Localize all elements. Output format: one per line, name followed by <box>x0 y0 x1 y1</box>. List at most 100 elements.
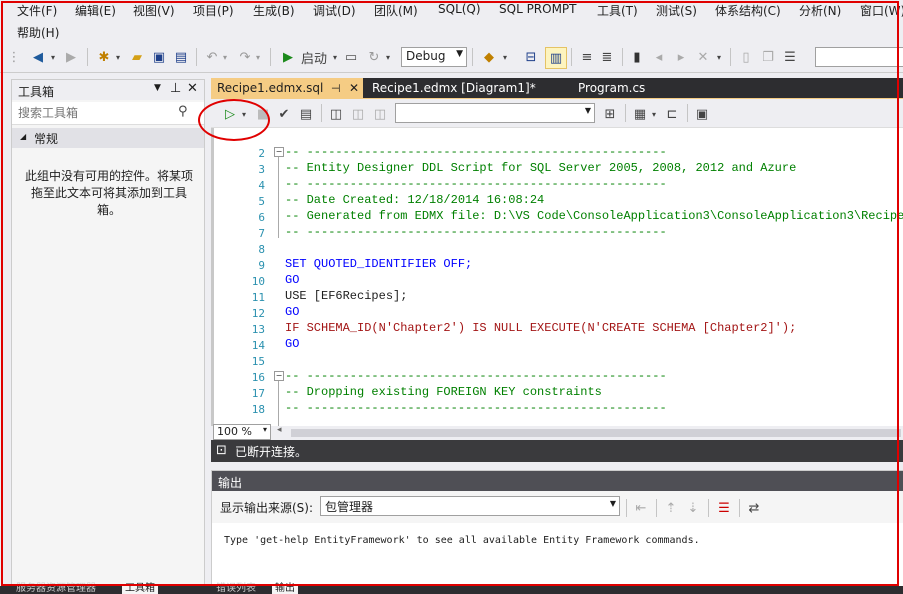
menu-architecture[interactable]: 体系结构(C) <box>715 2 781 19</box>
results-file-icon[interactable]: ▤ <box>297 104 315 124</box>
save-all-icon[interactable]: ▤ <box>172 47 190 67</box>
redo-dropdown-icon[interactable]: ▾ <box>254 47 262 67</box>
execute-play-icon[interactable]: ▷ <box>223 104 237 124</box>
clear-bookmarks-icon[interactable]: ✕ <box>694 47 712 67</box>
undo-dropdown-icon[interactable]: ▾ <box>221 47 229 67</box>
zoom-select[interactable]: 100 % ▾ <box>213 424 271 440</box>
scroll-left-icon[interactable]: ◂ <box>277 425 282 435</box>
grid-results-icon[interactable]: ▦ <box>631 104 649 124</box>
collapse-toggle-icon[interactable]: − <box>274 147 284 157</box>
cancel-query-icon[interactable]: ■ <box>257 104 269 124</box>
line-number: 12 <box>251 307 265 320</box>
toolbox-group-header[interactable]: ◢ 常规 <box>12 128 204 148</box>
menu-sql-prompt[interactable]: SQL PROMPT <box>499 2 577 16</box>
toolbox-search-input[interactable] <box>16 104 170 122</box>
find-combo[interactable] <box>815 47 903 67</box>
line-number: 10 <box>251 275 265 288</box>
clear-all-icon[interactable]: ☰ <box>715 498 733 518</box>
refresh-icon[interactable]: ↻ <box>365 47 383 67</box>
main-toolbar: ⋮ ◀ ▾ ▶ ✱ ▾ ▰ ▣ ▤ ↶ ▾ ↷ ▾ ▶ 启动 ▾ ▭ ↻ ▾ D… <box>0 42 903 73</box>
menu-edit[interactable]: 编辑(E) <box>75 2 116 19</box>
prev-message-icon[interactable]: ⇡ <box>662 498 680 518</box>
menu-debug[interactable]: 调试(D) <box>313 2 356 19</box>
start-play-icon[interactable]: ▶ <box>280 47 296 67</box>
panel-dropdown-icon[interactable]: ▼ <box>154 83 161 93</box>
redo-icon[interactable]: ↷ <box>236 47 254 67</box>
menu-window[interactable]: 窗口(W) <box>860 2 903 19</box>
grid-dropdown-icon[interactable]: ▾ <box>649 104 659 124</box>
output-text-area[interactable]: Type 'get-help EntityFramework' to see a… <box>212 523 903 589</box>
tab-recipe-sql[interactable]: Recipe1.edmx.sql ⊣ ✕ <box>211 78 363 99</box>
menu-build[interactable]: 生成(B) <box>253 2 295 19</box>
menu-sql[interactable]: SQL(Q) <box>438 2 481 16</box>
tab-error-list[interactable]: 错误列表 <box>216 584 256 594</box>
solution-config-select[interactable]: Debug ▼ <box>401 47 467 67</box>
menu-test[interactable]: 测试(S) <box>656 2 697 19</box>
start-dropdown-icon[interactable]: ▾ <box>330 47 340 67</box>
tab-server-explorer[interactable]: 服务器资源管理器 <box>16 584 96 594</box>
tab-output[interactable]: 输出 <box>272 584 298 594</box>
tab-toolbox[interactable]: 工具箱 <box>122 584 158 594</box>
close-icon[interactable]: ✕ <box>187 81 198 96</box>
database-select[interactable]: ▼ <box>395 103 595 123</box>
comment-lines-icon[interactable]: ≡ <box>578 47 596 67</box>
forward-icon[interactable]: ▶ <box>62 47 80 67</box>
find-in-files-icon[interactable]: ◆ <box>480 47 498 67</box>
word-wrap-icon[interactable]: ⇄ <box>745 498 763 518</box>
new-project-icon[interactable]: ✱ <box>94 47 114 67</box>
back-dropdown-icon[interactable]: ▾ <box>48 47 58 67</box>
sql-toolbar: ▷ ▾ ■ ✔ ▤ ◫ ◫ ◫ ▼ ⊞ ▦ ▾ ⊏ ▣ <box>211 99 903 128</box>
pin-icon[interactable]: ⊥ <box>170 81 181 96</box>
change-connection-icon[interactable]: ◫ <box>371 104 389 124</box>
menu-help[interactable]: 帮助(H) <box>17 24 59 41</box>
tab-recipe-diagram[interactable]: Recipe1.edmx [Diagram1]* <box>366 78 566 99</box>
menu-team[interactable]: 团队(M) <box>374 2 418 19</box>
execute-dropdown-icon[interactable]: ▾ <box>239 104 249 124</box>
bookmark-icon[interactable]: ▮ <box>629 47 645 67</box>
menu-analyze[interactable]: 分析(N) <box>799 2 841 19</box>
validate-icon[interactable]: ✔ <box>275 104 293 124</box>
attach-icon[interactable]: ▭ <box>343 47 359 67</box>
code-line: GO <box>285 273 300 287</box>
output-source-select[interactable]: 包管理器 ▼ <box>320 496 620 516</box>
close-icon[interactable]: ✕ <box>349 78 359 99</box>
solution-explorer-icon[interactable]: ⊟ <box>522 47 540 67</box>
copy-icon[interactable]: ❐ <box>759 47 777 67</box>
pin-icon[interactable]: ⊣ <box>331 78 341 99</box>
uncomment-lines-icon[interactable]: ≣ <box>598 47 616 67</box>
new-dropdown-icon[interactable]: ▾ <box>113 47 123 67</box>
tab-program-cs[interactable]: Program.cs <box>572 78 672 99</box>
open-folder-icon[interactable]: ▰ <box>127 47 147 67</box>
menu-tools[interactable]: 工具(T) <box>597 2 638 19</box>
menu-view[interactable]: 视图(V) <box>133 2 175 19</box>
search-icon[interactable]: ⚲ <box>178 104 188 119</box>
expand-triangle-icon[interactable]: ◢ <box>20 132 26 141</box>
bookmark-dropdown-icon[interactable]: ▾ <box>714 47 724 67</box>
document-icon[interactable]: ▯ <box>737 47 755 67</box>
save-icon[interactable]: ▣ <box>150 47 168 67</box>
undo-icon[interactable]: ↶ <box>203 47 221 67</box>
format-icon[interactable]: ☰ <box>781 47 799 67</box>
menu-project[interactable]: 项目(P) <box>193 2 234 19</box>
plan-icon[interactable]: ⊞ <box>601 104 619 124</box>
toolbar-separator <box>87 48 88 66</box>
next-message-icon[interactable]: ⇣ <box>684 498 702 518</box>
horizontal-scrollbar[interactable] <box>291 429 901 437</box>
properties-icon[interactable]: ▥ <box>545 47 567 69</box>
find-message-icon[interactable]: ⇤ <box>632 498 650 518</box>
start-button[interactable]: 启动 <box>298 47 330 67</box>
prev-bookmark-icon[interactable]: ◂ <box>650 47 668 67</box>
refresh-dropdown-icon[interactable]: ▾ <box>383 47 393 67</box>
next-bookmark-icon[interactable]: ▸ <box>672 47 690 67</box>
disconnect-icon[interactable]: ◫ <box>349 104 367 124</box>
collapse-toggle-icon[interactable]: − <box>274 371 284 381</box>
find-dropdown-icon[interactable]: ▾ <box>500 47 510 67</box>
connect-icon[interactable]: ◫ <box>327 104 345 124</box>
schema-compare-icon[interactable]: ⊏ <box>663 104 681 124</box>
toolbox-search[interactable]: ⚲ <box>12 102 204 125</box>
back-icon[interactable]: ◀ <box>28 47 48 67</box>
display-results-icon[interactable]: ▣ <box>693 104 711 124</box>
code-editor[interactable]: − − 2 -- -------------------------------… <box>211 128 903 426</box>
output-message: Type 'get-help EntityFramework' to see a… <box>224 535 700 546</box>
menu-file[interactable]: 文件(F) <box>17 2 57 19</box>
